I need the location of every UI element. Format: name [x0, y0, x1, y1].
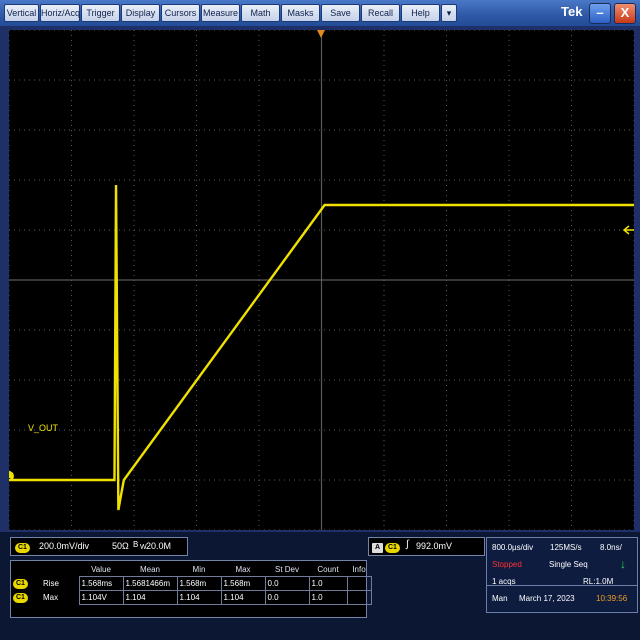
header-info: Info	[352, 565, 366, 574]
channel-bandwidth: 20.0M	[146, 541, 172, 551]
measurement-max: 1.104	[220, 590, 266, 605]
header-max: Max	[235, 565, 251, 574]
measurement-min: 1.104	[176, 590, 222, 605]
green-arrow-down-icon: ↓	[620, 557, 626, 571]
trigger-source-badge: A	[372, 543, 384, 553]
measurement-mean: 1.5681466m	[122, 576, 178, 591]
waveform-display[interactable]: V_OUT 1	[4, 29, 635, 531]
measurement-count: 1.0	[308, 590, 348, 605]
acquisition-state: Stopped	[492, 560, 522, 569]
menu-display[interactable]: Display	[121, 4, 160, 22]
menu-save[interactable]: Save	[321, 4, 360, 22]
minimize-icon: –	[596, 5, 604, 20]
menu-recall[interactable]: Recall	[361, 4, 400, 22]
header-min: Min	[192, 565, 206, 574]
date: March 17, 2023	[519, 594, 575, 603]
measurement-min: 1.568m	[176, 576, 222, 591]
time: 10:39:56	[596, 594, 628, 603]
measurements-table: Value Mean Min Max St Dev Count Info C1 …	[11, 563, 372, 605]
menu-trigger[interactable]: Trigger	[81, 4, 120, 22]
resolution: 8.0ns/	[600, 543, 622, 552]
row-badge: C1	[13, 579, 28, 589]
channel-impedance: 50Ω	[112, 541, 129, 551]
menu-help[interactable]: Help	[401, 4, 440, 22]
sample-rate: 125MS/s	[550, 543, 582, 552]
waveform-svg: V_OUT 1	[4, 29, 635, 531]
table-row[interactable]: C1 Rise 1.568ms 1.5681466m 1.568m 1.568m…	[11, 576, 372, 591]
minimize-button[interactable]: –	[589, 3, 611, 24]
menu-vertical[interactable]: Vertical	[4, 4, 39, 22]
measurement-mean: 1.104	[122, 590, 178, 605]
row-badge: C1	[13, 593, 28, 603]
measurement-name: Max	[43, 593, 59, 602]
trigger-position-icon	[317, 30, 325, 38]
trigger-level: 992.0mV	[416, 541, 453, 551]
menu-bar: Vertical Horiz/Acq Trigger Display Curso…	[0, 0, 640, 26]
header-name	[41, 563, 79, 577]
menu-math[interactable]: Math	[241, 4, 280, 22]
close-icon: X	[620, 5, 630, 20]
trigger-mode: Man	[492, 594, 508, 603]
menu-horiz-acq[interactable]: Horiz/Acq	[40, 4, 80, 22]
measurement-info	[346, 576, 372, 591]
header-blank	[11, 563, 41, 577]
waveform-label: V_OUT	[28, 423, 59, 433]
measurement-max: 1.568m	[220, 576, 266, 591]
acquisition-mode: Single Seq	[549, 560, 588, 569]
header-mean: Mean	[139, 565, 160, 574]
trigger-level-arrow-icon	[622, 225, 634, 235]
bandwidth-prefix: B	[133, 540, 139, 549]
datetime-box: Man March 17, 2023 10:39:56	[486, 585, 638, 613]
menu-measure[interactable]: Measure	[201, 4, 240, 22]
measurement-stdev: 0.0	[264, 576, 310, 591]
channel-badge: C1	[15, 543, 30, 553]
measurement-stdev: 0.0	[264, 590, 310, 605]
trigger-settings-box[interactable]: A C1 ∫ 992.0mV	[368, 537, 485, 556]
measurements-header-row: Value Mean Min Max St Dev Count Info	[11, 563, 371, 577]
channel-settings-box[interactable]: C1 200.0mV/div 50Ω B W 20.0M	[10, 537, 188, 556]
timebase: 800.0µs/div	[492, 543, 534, 552]
table-row[interactable]: C1 Max 1.104V 1.104 1.104 1.104 0.0 1.0	[11, 590, 372, 605]
measurement-count: 1.0	[308, 576, 348, 591]
close-button[interactable]: X	[614, 3, 636, 24]
measurement-name: Rise	[43, 579, 60, 588]
channel-scale: 200.0mV/div	[39, 541, 90, 551]
header-value: Value	[91, 565, 111, 574]
menu-masks[interactable]: Masks	[281, 4, 320, 22]
triangle-down-icon: ▾	[446, 8, 452, 18]
header-stdev: St Dev	[274, 565, 299, 574]
menu-dropdown-button[interactable]: ▾	[441, 4, 457, 22]
measurement-value: 1.104V	[78, 590, 124, 605]
measurement-info	[346, 590, 372, 605]
measurement-value: 1.568ms	[78, 576, 124, 591]
trigger-channel-badge: C1	[385, 543, 400, 553]
rising-edge-icon: ∫	[406, 539, 409, 550]
brand-logo: Tek	[561, 4, 583, 19]
menu-cursors[interactable]: Cursors	[161, 4, 200, 22]
header-count: Count	[317, 565, 339, 574]
graticule	[8, 29, 635, 531]
